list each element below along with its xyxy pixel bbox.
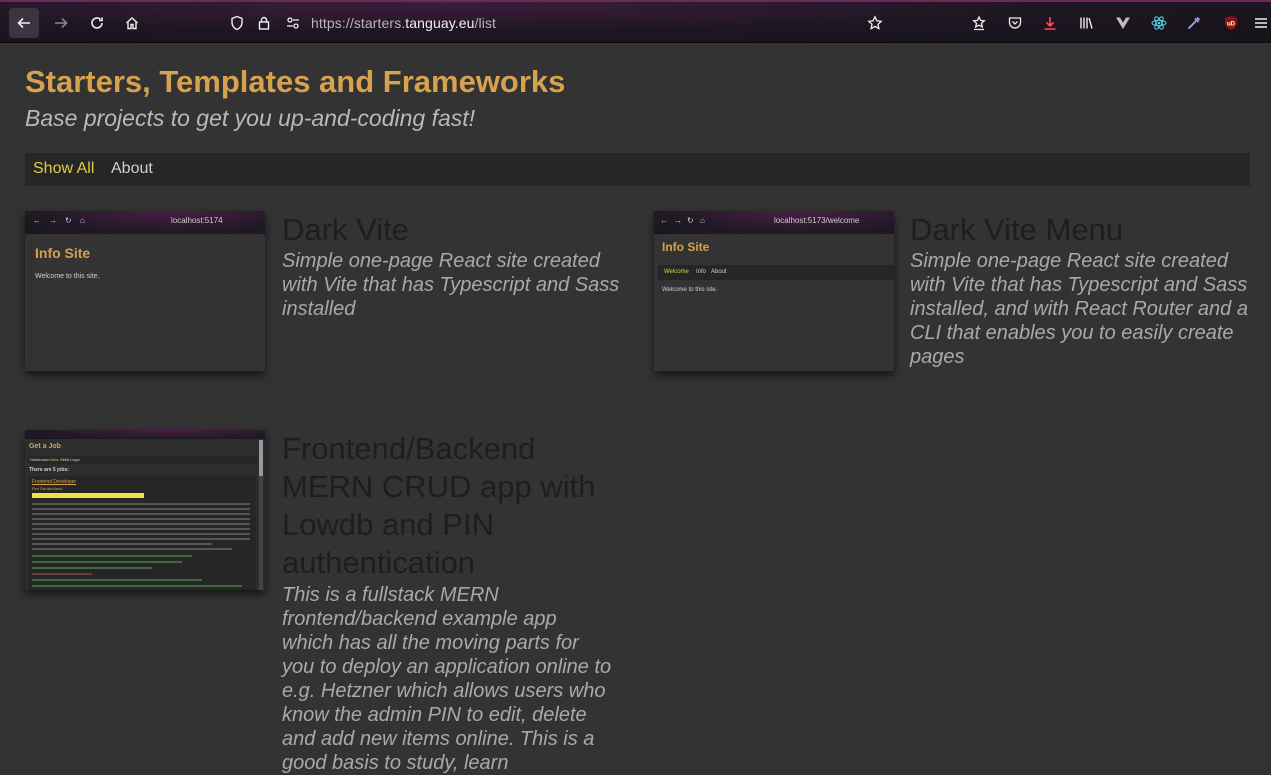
thumb-nav-jobs: Jobs — [50, 457, 59, 462]
downloads-button[interactable] — [1035, 8, 1065, 38]
card-description: This is a fullstack MERN frontend/backen… — [282, 584, 612, 774]
thumb-nav-about: About — [711, 269, 727, 275]
browser-toolbar: https://starters.tanguay.eu/list uD — [0, 0, 1271, 43]
thumb-url: localhost:5174 — [171, 216, 223, 225]
arrow-left-icon — [17, 17, 30, 29]
vue-devtools-button[interactable] — [1108, 8, 1138, 38]
arrow-right-icon — [55, 17, 68, 29]
thumb-nav: Dashboard Jobs Skills Login — [28, 456, 258, 464]
vue-icon — [1116, 17, 1130, 29]
home-button[interactable] — [117, 8, 147, 38]
card-title[interactable]: Dark Vite Menu — [910, 211, 1123, 249]
thumb-url: localhost:5173/welcome — [774, 216, 860, 225]
thumb-job-title: Frontend Developer — [32, 479, 77, 485]
pocket-icon — [1008, 17, 1022, 29]
card-thumbnail-dark-vite[interactable]: ← → ↻ ⌂ localhost:5174 Info Site Welcome to… — [25, 211, 265, 371]
card-title[interactable]: Frontend/Backend MERN CRUD app with Lowd… — [282, 430, 622, 582]
url-path: /list — [474, 15, 497, 31]
thumb-nav-login: Login — [70, 457, 80, 462]
thumb-browser-bar: ← → ↻ ⌂ localhost:5173/welcome — [654, 211, 894, 234]
ublock-icon: uD — [1225, 16, 1237, 30]
star-list-icon — [972, 15, 986, 31]
back-button[interactable] — [9, 8, 39, 38]
library-icon — [1080, 17, 1093, 29]
thumb-browser-bar: ← → ↻ ⌂ localhost:5174 — [25, 211, 265, 234]
reload-icon — [91, 17, 103, 29]
hamburger-menu-icon — [1254, 18, 1267, 28]
thumb-job-company: Perl Deutschland — [32, 486, 63, 491]
tracking-protection-button[interactable] — [222, 8, 252, 38]
page-subtitle: Base projects to get you up-and-coding f… — [25, 105, 476, 131]
thumb-nav-welcome: Welcome — [664, 269, 689, 275]
star-icon — [867, 15, 883, 30]
thumb-text: Welcome to this site. — [662, 287, 718, 293]
sliders-icon — [287, 17, 299, 29]
react-devtools-button[interactable] — [1144, 8, 1174, 38]
thumb-scrollbar — [259, 440, 263, 590]
lock-icon — [258, 16, 270, 30]
thumb-nav-info: Info — [696, 269, 707, 275]
react-icon — [1151, 16, 1167, 30]
thumb-text: Welcome to this site. — [35, 273, 100, 280]
color-picker-button[interactable] — [1179, 8, 1209, 38]
app-menu-button[interactable] — [1250, 8, 1271, 38]
url-prefix: https://starters. — [311, 15, 406, 31]
card-thumbnail-mern-crud[interactable]: Get a Job Dashboard Jobs Skills Login Th… — [25, 430, 265, 590]
svg-text:uD: uD — [1227, 22, 1236, 28]
thumb-nav-skills: Skills — [60, 457, 70, 462]
thumb-nav-dashboard: Dashboard — [30, 457, 50, 462]
thumb-highlight — [32, 493, 144, 498]
home-icon — [126, 17, 138, 30]
thumb-nav: Welcome Info About — [658, 265, 894, 280]
eyedropper-icon — [1187, 16, 1201, 30]
nav-about[interactable]: About — [111, 160, 153, 178]
pocket-button[interactable] — [1000, 8, 1030, 38]
library-button[interactable] — [1071, 8, 1101, 38]
ublock-button[interactable]: uD — [1216, 8, 1246, 38]
site-security-button[interactable] — [249, 8, 279, 38]
bookmark-button[interactable] — [860, 8, 890, 38]
shield-icon — [231, 15, 243, 31]
thumb-heading: Info Site — [35, 245, 91, 261]
nav-show-all[interactable]: Show All — [33, 160, 94, 178]
thumb-heading: Get a Job — [29, 443, 61, 450]
card-description: Simple one-page React site created with … — [282, 250, 620, 320]
download-icon — [1044, 17, 1056, 30]
forward-button[interactable] — [46, 8, 76, 38]
bookmarks-menu-button[interactable] — [964, 8, 994, 38]
card-description: Simple one-page React site created with … — [910, 250, 1248, 368]
url-host: tanguay.eu — [405, 15, 475, 31]
permissions-button[interactable] — [278, 8, 308, 38]
thumb-count-text: There are 5 jobs: — [29, 467, 70, 473]
thumb-browser-bar — [25, 430, 265, 439]
card-thumbnail-dark-vite-menu[interactable]: ← → ↻ ⌂ localhost:5173/welcome Info Site We… — [654, 211, 894, 371]
reload-button[interactable] — [82, 8, 112, 38]
card-title[interactable]: Dark Vite — [282, 211, 409, 249]
page-title: Starters, Templates and Frameworks — [25, 64, 566, 99]
site-nav: Show All About — [25, 153, 1250, 186]
address-bar[interactable]: https://starters.tanguay.eu/list — [311, 15, 496, 31]
thumb-heading: Info Site — [662, 240, 710, 254]
thumb-job-card: Frontend Developer Perl Deutschland — [28, 476, 256, 590]
